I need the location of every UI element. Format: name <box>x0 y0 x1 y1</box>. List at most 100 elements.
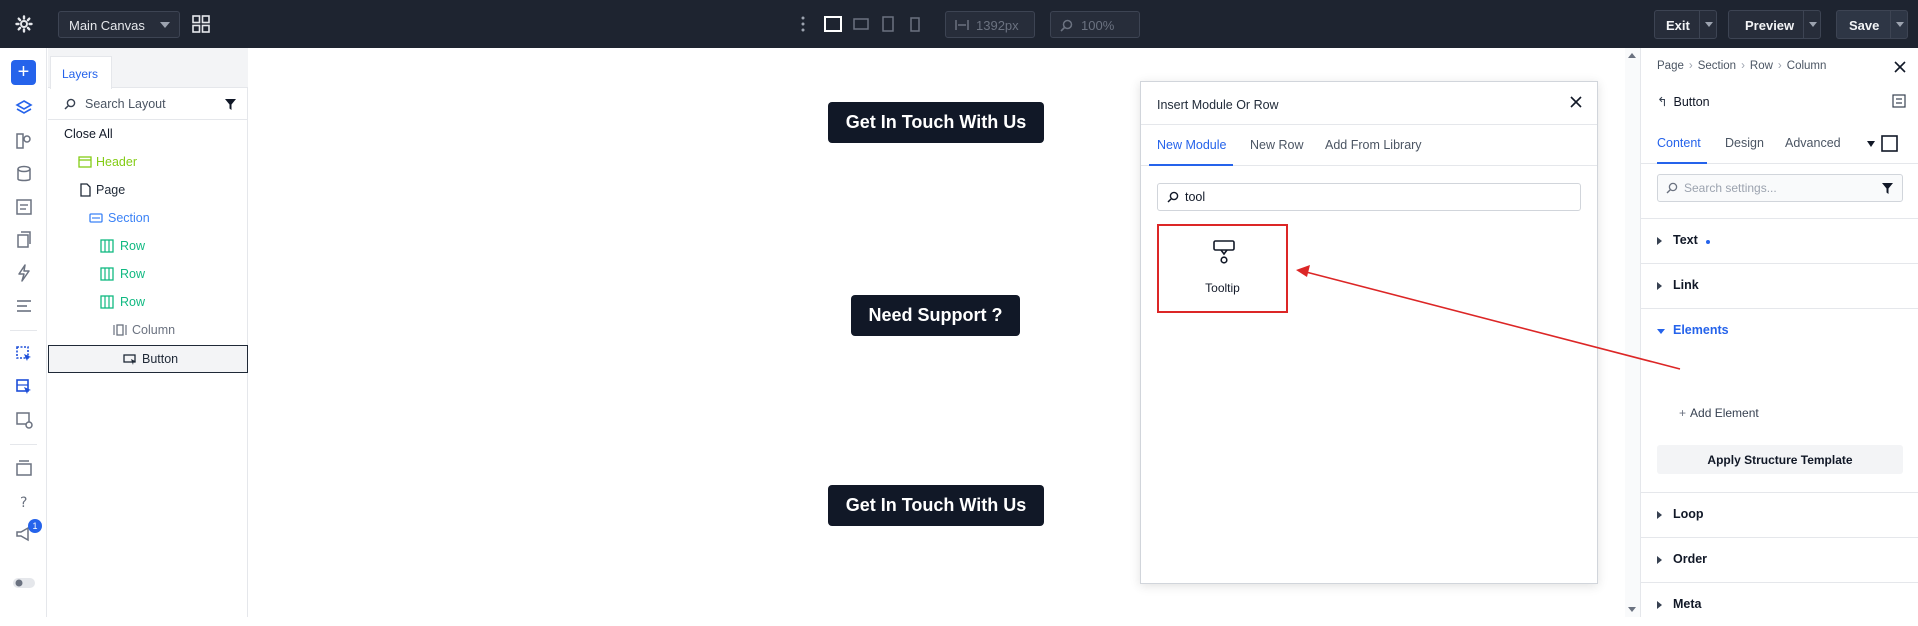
tablet-view-icon[interactable] <box>880 14 896 34</box>
group-label: Link <box>1673 278 1699 292</box>
gear-icon[interactable] <box>14 14 34 34</box>
layer-item-row[interactable]: Row <box>48 290 248 314</box>
laptop-view-icon[interactable] <box>852 14 870 34</box>
modified-dot <box>1706 240 1710 244</box>
breadcrumb-page[interactable]: Page <box>1657 60 1684 72</box>
tab-new-row[interactable]: New Row <box>1250 138 1304 152</box>
layer-label: Column <box>132 323 176 337</box>
preview-label: Preview <box>1745 18 1795 33</box>
search-icon <box>64 98 76 110</box>
exit-dropdown-toggle[interactable] <box>1699 11 1717 38</box>
group-label: Order <box>1673 552 1708 566</box>
tab-new-module[interactable]: New Module <box>1157 138 1226 152</box>
layer-item-column[interactable]: Column <box>48 318 248 342</box>
square-toggle-icon[interactable] <box>1881 135 1898 152</box>
database-icon[interactable] <box>14 164 34 184</box>
caret-right-icon <box>1657 601 1662 609</box>
back-arrow-icon[interactable]: ↰ <box>1657 95 1667 109</box>
save-dropdown-toggle[interactable] <box>1890 11 1908 38</box>
group-text[interactable]: Text <box>1641 218 1918 262</box>
group-loop[interactable]: Loop <box>1641 492 1918 536</box>
caret-down-icon <box>1657 329 1665 334</box>
chevron-down-icon[interactable] <box>1867 141 1875 147</box>
select-grid-icon[interactable] <box>14 377 34 397</box>
breadcrumb-row[interactable]: Row <box>1750 60 1773 72</box>
more-vertical-icon[interactable] <box>800 15 806 33</box>
layer-item-row[interactable]: Row <box>48 262 248 286</box>
settings-search-input[interactable]: Search settings... <box>1657 174 1903 202</box>
get-in-touch-button[interactable]: Get In Touch With Us <box>828 102 1044 143</box>
add-icon[interactable]: + <box>11 60 36 85</box>
layer-label: Section <box>108 211 150 225</box>
preview-button[interactable]: Preview <box>1728 10 1821 39</box>
library-icon[interactable] <box>14 458 34 478</box>
width-icon <box>955 20 969 30</box>
canvas-select[interactable]: Main Canvas <box>58 11 180 38</box>
exit-button[interactable]: Exit <box>1654 10 1717 39</box>
module-search-input[interactable]: tool <box>1157 183 1581 211</box>
insert-module-modal: Insert Module Or Row New Module New Row … <box>1140 81 1598 584</box>
zoom-field[interactable]: 100% <box>1050 11 1140 38</box>
tab-add-from-library[interactable]: Add From Library <box>1325 138 1422 152</box>
group-label: Meta <box>1673 597 1702 611</box>
settings-sliders-icon[interactable] <box>1892 94 1906 108</box>
apply-structure-template-button[interactable]: Apply Structure Template <box>1657 445 1903 474</box>
layers-tabbar: Layers <box>48 48 248 89</box>
tab-advanced[interactable]: Advanced <box>1785 136 1841 150</box>
settings-search-placeholder: Search settings... <box>1684 181 1777 195</box>
layers-icon[interactable] <box>14 98 34 118</box>
element-title-label: Button <box>1673 95 1710 109</box>
layer-search-input[interactable]: Search Layout <box>48 88 248 120</box>
group-order[interactable]: Order <box>1641 537 1918 581</box>
layer-item-section[interactable]: Section <box>48 206 248 230</box>
close-all-button[interactable]: Close All <box>48 122 248 146</box>
group-label: Loop <box>1673 507 1704 521</box>
select-element-icon[interactable] <box>14 344 34 364</box>
filter-icon[interactable] <box>225 99 236 110</box>
need-support-button[interactable]: Need Support ? <box>851 295 1020 336</box>
close-icon[interactable] <box>1569 95 1583 109</box>
scroll-down-icon[interactable] <box>1628 607 1636 612</box>
module-tooltip[interactable]: Tooltip <box>1157 224 1288 313</box>
save-button[interactable]: Save <box>1836 10 1908 39</box>
filter-icon[interactable] <box>1882 183 1893 194</box>
canvas-scrollbar[interactable] <box>1625 48 1640 617</box>
exit-label: Exit <box>1666 18 1690 33</box>
layers-panel: Layers Search Layout Close All Header Pa… <box>48 48 248 617</box>
help-icon[interactable]: ? <box>14 491 34 511</box>
layer-label: Button <box>142 352 179 366</box>
breadcrumb-section[interactable]: Section <box>1698 60 1736 72</box>
desktop-view-icon[interactable] <box>823 14 843 34</box>
close-all-label: Close All <box>64 127 113 141</box>
tooltip-icon <box>1213 240 1235 264</box>
close-icon[interactable] <box>1894 61 1906 73</box>
preview-dropdown-toggle[interactable] <box>1803 11 1821 38</box>
layer-item-row[interactable]: Row <box>48 234 248 258</box>
pages-icon[interactable] <box>14 230 34 250</box>
add-element-button[interactable]: + Add Element <box>1679 406 1759 420</box>
breadcrumb-column[interactable]: Column <box>1787 60 1827 72</box>
grid-layout-icon[interactable] <box>191 14 211 34</box>
phone-view-icon[interactable] <box>908 14 922 34</box>
left-icon-rail: + ? 1 <box>0 48 47 617</box>
layer-item-header[interactable]: Header <box>48 150 248 174</box>
lightning-icon[interactable] <box>14 263 34 283</box>
form-icon[interactable] <box>14 197 34 217</box>
design-icon[interactable] <box>14 131 34 151</box>
template-settings-icon[interactable] <box>14 410 34 430</box>
canvas-width-field[interactable]: 1392px <box>945 11 1035 38</box>
layer-item-button[interactable]: Button <box>48 345 248 373</box>
group-meta[interactable]: Meta <box>1641 582 1918 626</box>
list-icon[interactable] <box>14 296 34 316</box>
get-in-touch-button[interactable]: Get In Touch With Us <box>828 485 1044 526</box>
page-icon <box>80 183 91 197</box>
theme-toggle-icon[interactable] <box>12 573 36 593</box>
settings-panel: Page › Section › Row › Column ↰ Button Content … <box>1640 48 1918 617</box>
layer-item-page[interactable]: Page <box>48 178 248 202</box>
tab-content[interactable]: Content <box>1657 136 1701 150</box>
group-link[interactable]: Link <box>1641 263 1918 307</box>
scroll-up-icon[interactable] <box>1628 53 1636 58</box>
tab-layers[interactable]: Layers <box>50 56 112 89</box>
tab-design[interactable]: Design <box>1725 136 1764 150</box>
canvas-width-value: 1392px <box>976 18 1019 33</box>
